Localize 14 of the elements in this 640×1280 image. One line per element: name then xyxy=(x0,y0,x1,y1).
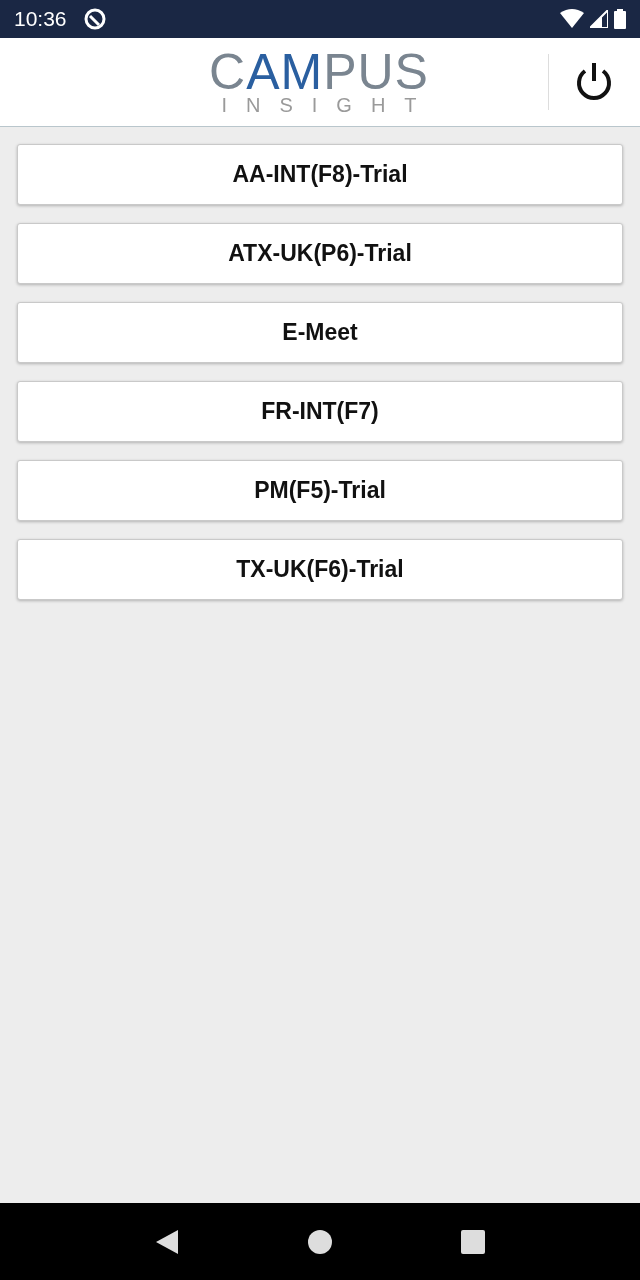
signal-icon xyxy=(590,10,608,28)
list-item-button[interactable]: AA-INT(F8)-Trial xyxy=(17,144,623,205)
recents-button[interactable] xyxy=(460,1228,487,1255)
list-item-button[interactable]: TX-UK(F6)-Trial xyxy=(17,539,623,600)
list-item-button[interactable]: FR-INT(F7) xyxy=(17,381,623,442)
list-item-button[interactable]: E-Meet xyxy=(17,302,623,363)
status-time: 10:36 xyxy=(14,7,67,31)
list-item-button[interactable]: ATX-UK(P6)-Trial xyxy=(17,223,623,284)
list-item-button[interactable]: PM(F5)-Trial xyxy=(17,460,623,521)
wifi-icon xyxy=(560,9,584,29)
logo-subtitle: INSIGHT xyxy=(221,94,436,116)
battery-icon xyxy=(614,9,626,29)
home-button[interactable] xyxy=(307,1228,333,1255)
logo-wordmark: CAMPUS xyxy=(209,50,429,94)
